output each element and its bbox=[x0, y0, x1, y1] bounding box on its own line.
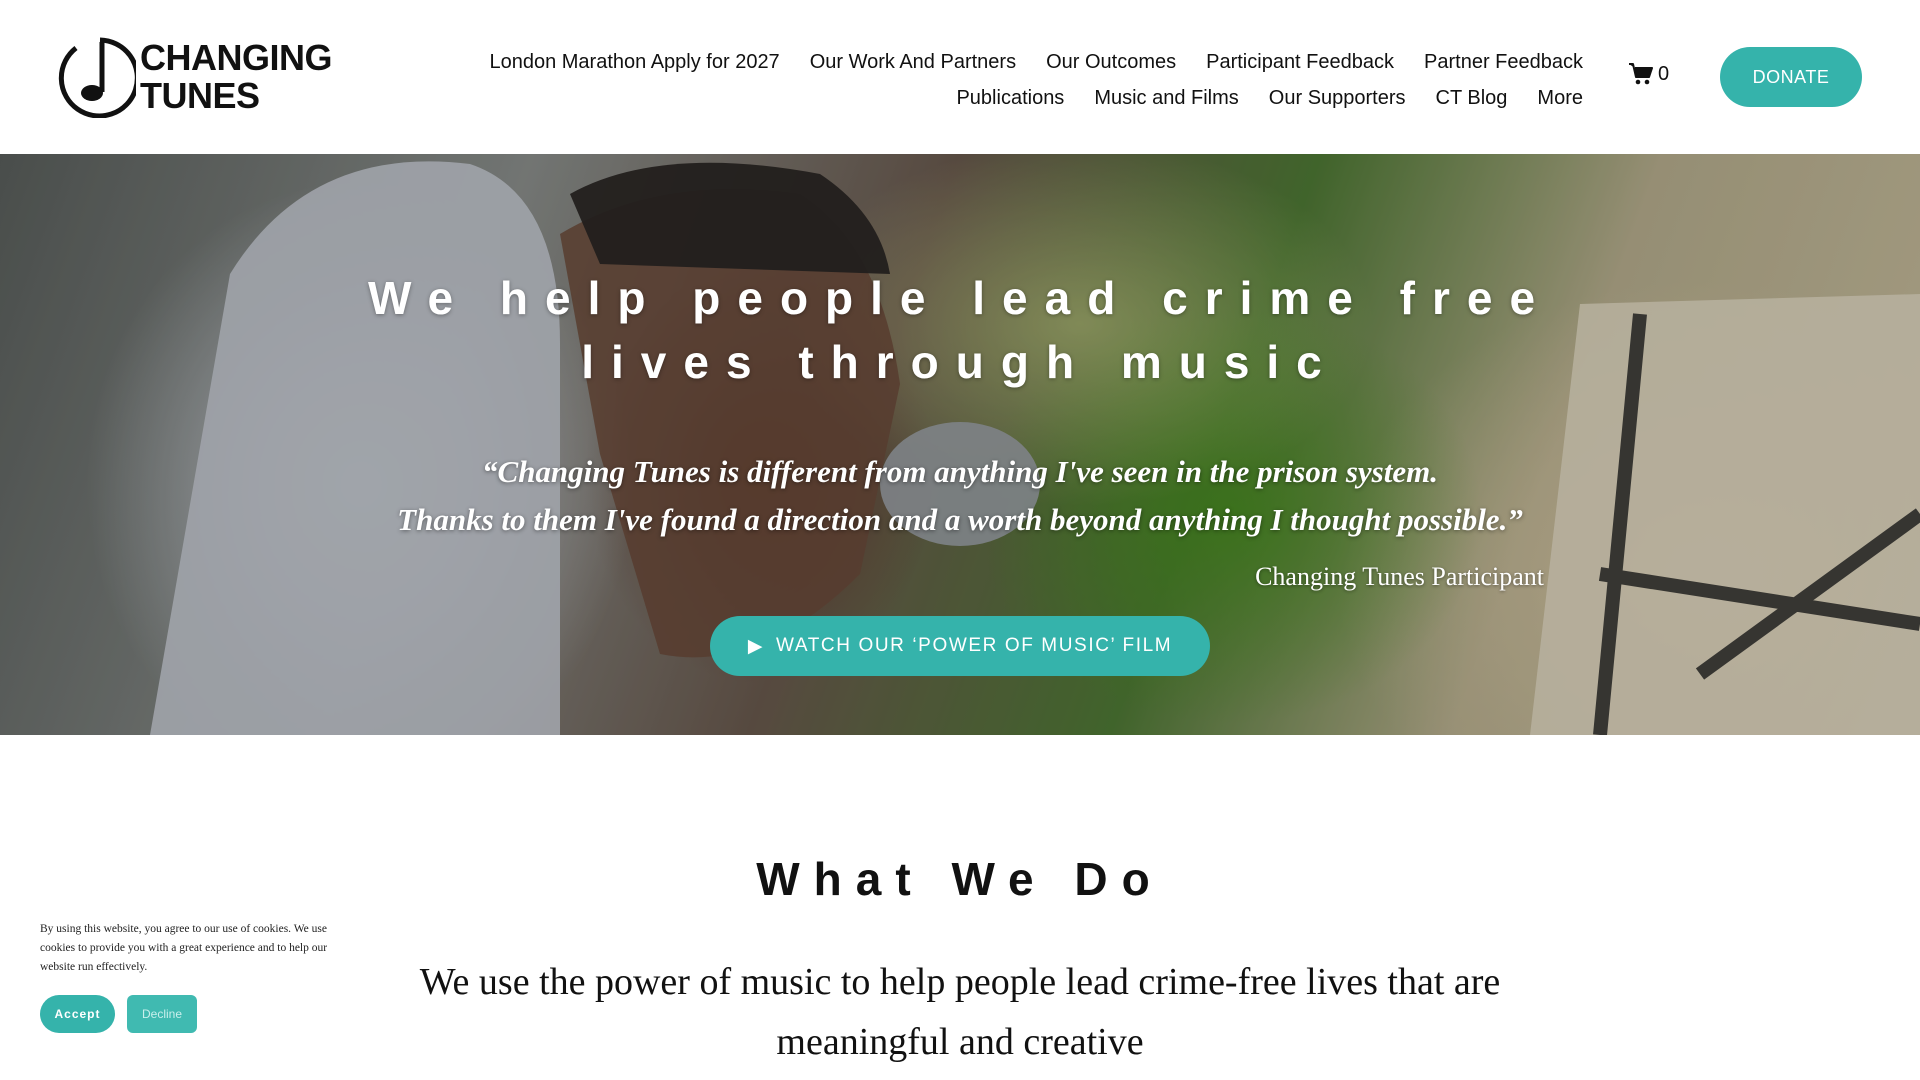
hero-title-line-1: We help people lead crime free bbox=[367, 272, 1553, 324]
nav-row-1: London Marathon Apply for 2027 Our Work … bbox=[383, 44, 1583, 80]
nav-our-outcomes[interactable]: Our Outcomes bbox=[1046, 51, 1176, 74]
nav-ct-blog[interactable]: CT Blog bbox=[1436, 87, 1508, 110]
what-we-do-body: We use the power of music to help people… bbox=[380, 952, 1540, 1072]
watch-film-button[interactable]: ▶ WATCH OUR ‘POWER OF MUSIC’ FILM bbox=[710, 616, 1210, 676]
logo-text: CHANGING TUNES bbox=[140, 37, 333, 116]
what-we-do-body-line-2: meaningful and creative bbox=[776, 1021, 1144, 1063]
site-header: CHANGING TUNES London Marathon Apply for… bbox=[0, 0, 1920, 154]
nav-participant-feedback[interactable]: Participant Feedback bbox=[1206, 51, 1394, 74]
play-icon: ▶ bbox=[747, 635, 765, 657]
quote-attribution: Changing Tunes Participant bbox=[1255, 562, 1544, 591]
what-we-do-body-line-1: We use the power of music to help people… bbox=[419, 961, 1501, 1003]
cookie-buttons: Accept Decline bbox=[40, 995, 360, 1033]
watch-film-label: WATCH OUR ‘POWER OF MUSIC’ FILM bbox=[776, 635, 1173, 656]
cart-icon bbox=[1629, 63, 1653, 85]
donate-button[interactable]: DONATE bbox=[1720, 47, 1862, 107]
cart-count: 0 bbox=[1658, 62, 1670, 85]
cart-button[interactable]: 0 bbox=[1628, 62, 1669, 86]
cookie-accept-button[interactable]: Accept bbox=[40, 995, 115, 1033]
nav-row-2: Publications Music and Films Our Support… bbox=[383, 80, 1583, 116]
nav-partner-feedback[interactable]: Partner Feedback bbox=[1424, 51, 1583, 74]
logo-line-1: CHANGING bbox=[140, 37, 333, 78]
nav-publications[interactable]: Publications bbox=[956, 87, 1064, 110]
logo-line-2: TUNES bbox=[140, 75, 260, 116]
cookie-banner: By using this website, you agree to our … bbox=[40, 920, 360, 1033]
hero-title: We help people lead crime free lives thr… bbox=[0, 266, 1920, 394]
site-logo[interactable]: CHANGING TUNES bbox=[56, 34, 336, 120]
cookie-text: By using this website, you agree to our … bbox=[40, 923, 328, 973]
nav-more[interactable]: More bbox=[1537, 87, 1583, 110]
cookie-decline-button[interactable]: Decline bbox=[127, 995, 197, 1033]
nav-our-supporters[interactable]: Our Supporters bbox=[1269, 87, 1406, 110]
hero-title-line-2: lives through music bbox=[581, 336, 1339, 388]
hero-quote: “Changing Tunes is different from anythi… bbox=[0, 448, 1920, 544]
nav-our-work-and-partners[interactable]: Our Work And Partners bbox=[810, 51, 1016, 74]
music-note-circle-icon bbox=[58, 37, 136, 118]
hero-quote-line-2: Thanks to them I've found a direction an… bbox=[397, 502, 1523, 537]
main-nav: London Marathon Apply for 2027 Our Work … bbox=[383, 44, 1583, 116]
what-we-do-title: What We Do bbox=[756, 853, 1164, 905]
hero-quote-line-1: “Changing Tunes is different from anythi… bbox=[482, 454, 1438, 489]
nav-london-marathon[interactable]: London Marathon Apply for 2027 bbox=[489, 51, 779, 74]
hero-banner: We help people lead crime free lives thr… bbox=[0, 154, 1920, 735]
nav-music-and-films[interactable]: Music and Films bbox=[1094, 87, 1238, 110]
